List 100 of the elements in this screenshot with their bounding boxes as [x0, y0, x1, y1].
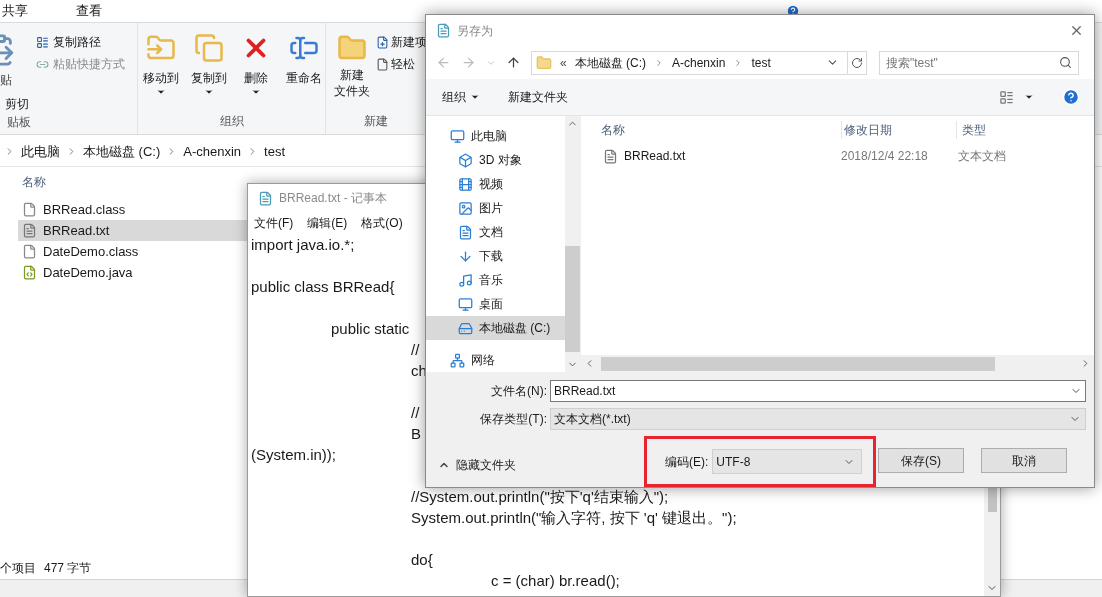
code-line: //: [410, 403, 420, 423]
ribbon-tab[interactable]: 共享: [0, 1, 30, 21]
scroll-bar[interactable]: [581, 355, 1094, 372]
file-row[interactable]: DateDemo.java: [18, 262, 247, 283]
copy-path-button[interactable]: 复制路径: [36, 33, 125, 51]
file-name-field[interactable]: BRRead.txt: [550, 380, 1086, 402]
ribbon-button[interactable]: 删除: [235, 33, 278, 112]
scroll-thumb[interactable]: [987, 487, 997, 512]
file-row[interactable]: BRRead.txt: [18, 220, 247, 241]
breadcrumb[interactable]: 本地磁盘 (C:): [83, 141, 161, 162]
computer-icon: [450, 128, 465, 144]
download-icon: [458, 248, 473, 264]
code-line: //System.out.println("按下'q'结束输入");: [410, 487, 669, 507]
ribbon-button[interactable]: 轻松: [376, 55, 427, 73]
new-folder-button[interactable]: 新建 文件夹: [334, 33, 370, 112]
menu-item[interactable]: 文件(F): [254, 214, 294, 232]
save-type-select[interactable]: 文本文档(*.txt): [550, 408, 1086, 430]
tree-item[interactable]: 网络: [426, 348, 565, 372]
refresh-icon[interactable]: [851, 56, 863, 69]
forward-icon[interactable]: [461, 55, 476, 71]
group-label: 组织: [218, 113, 245, 130]
column-header[interactable]: 修改日期: [841, 121, 956, 139]
notepad-icon: [258, 190, 273, 206]
folder-icon: [536, 54, 552, 71]
tree-item[interactable]: 本地磁盘 (C:): [426, 316, 565, 340]
code-line: public static: [330, 319, 410, 339]
film-icon: [458, 176, 473, 192]
column-header[interactable]: 名称: [581, 121, 841, 139]
breadcrumb[interactable]: A-chenxin: [672, 53, 726, 72]
status-text: 个项目: [0, 560, 36, 577]
save-button[interactable]: 保存(S): [878, 448, 964, 473]
code-line: (System.in));: [251, 445, 336, 465]
caret-icon: [155, 87, 166, 97]
scroll-bar[interactable]: [565, 116, 580, 372]
image-icon: [458, 200, 473, 216]
breadcrumb[interactable]: test: [751, 53, 771, 72]
text-file-icon: [603, 148, 618, 164]
breadcrumb[interactable]: A-chenxin: [183, 141, 242, 162]
column-header[interactable]: 名称: [22, 173, 46, 191]
status-text: 477 字节: [44, 560, 92, 577]
code-line: System.out.println("输入字符, 按下 'q' 键退出。");: [410, 508, 737, 528]
caret-icon: [203, 87, 214, 97]
code-line: import java.io.*;: [251, 235, 355, 255]
ribbon-button[interactable]: 新建项: [376, 33, 427, 51]
tree-item[interactable]: 音乐: [426, 268, 565, 292]
file-icon: [22, 244, 37, 259]
tree-item[interactable]: 文档: [426, 220, 565, 244]
overflow-marker: «: [560, 54, 567, 72]
window-title: 另存为: [457, 22, 493, 40]
toolbar-button[interactable]: 组织: [442, 88, 480, 107]
view-icon[interactable]: [999, 89, 1014, 105]
document-icon: [458, 224, 473, 240]
address-bar[interactable]: « 本地磁盘 (C:) A-chenxin test: [531, 50, 867, 75]
back-icon[interactable]: [436, 55, 451, 71]
code-line: B: [410, 424, 421, 444]
file-name[interactable]: BRRead.txt: [624, 147, 686, 165]
breadcrumb[interactable]: 本地磁盘 (C:): [574, 53, 646, 72]
cancel-button[interactable]: 取消: [981, 448, 1067, 473]
tree-item[interactable]: 此电脑: [426, 124, 565, 148]
file-row[interactable]: DateDemo.class: [18, 241, 247, 262]
desktop-icon: [458, 296, 473, 312]
tree-item[interactable]: 视频: [426, 172, 565, 196]
toolbar-button[interactable]: 新建文件夹: [508, 88, 568, 107]
notepad-icon: [436, 23, 451, 39]
ribbon-button[interactable]: 重命名: [283, 33, 325, 112]
search-field[interactable]: 搜索"test": [879, 50, 1079, 75]
cut-button[interactable]: 剪切: [5, 95, 29, 113]
help-icon[interactable]: [1062, 88, 1080, 107]
hide-folders-button[interactable]: 隐藏文件夹: [426, 456, 516, 474]
code-line: public class BRRead{: [251, 277, 395, 297]
breadcrumb[interactable]: 此电脑: [21, 141, 60, 162]
list-icon: [36, 35, 49, 49]
tree-item[interactable]: 下载: [426, 244, 565, 268]
ribbon-tab[interactable]: 查看: [74, 1, 104, 21]
ribbon-button[interactable]: 移动到: [140, 33, 182, 112]
paste-button[interactable]: 贴: [0, 71, 12, 89]
file-row[interactable]: BRRead.class: [18, 199, 247, 220]
drive-icon: [458, 320, 473, 336]
file-date: 2018/12/4 22:18: [841, 148, 929, 165]
field-label: 编码(E):: [665, 453, 709, 471]
encoding-select[interactable]: UTF-8: [712, 449, 863, 474]
copy-icon: [193, 33, 224, 63]
tree-item[interactable]: 图片: [426, 196, 565, 220]
window-title: BRRead.txt - 记事本: [279, 190, 388, 207]
chevron-icon: [654, 57, 664, 68]
network-icon: [450, 352, 465, 368]
menu-item[interactable]: 格式(O): [361, 214, 403, 232]
up-icon[interactable]: [506, 55, 521, 71]
tree-item[interactable]: 3D 对象: [426, 148, 565, 172]
group-label: 新建: [363, 113, 389, 130]
group-label: 贴板: [5, 114, 32, 131]
breadcrumb[interactable]: test: [264, 141, 286, 162]
code-line: //: [410, 340, 420, 360]
ribbon-button[interactable]: 复制到: [187, 33, 230, 112]
code-line: do{: [410, 550, 433, 570]
menu-item[interactable]: 编辑(E): [307, 214, 348, 232]
column-header[interactable]: 类型: [956, 121, 986, 139]
file-icon: [376, 57, 389, 71]
code-line: c = (char) br.read();: [490, 571, 620, 591]
tree-item[interactable]: 桌面: [426, 292, 565, 316]
